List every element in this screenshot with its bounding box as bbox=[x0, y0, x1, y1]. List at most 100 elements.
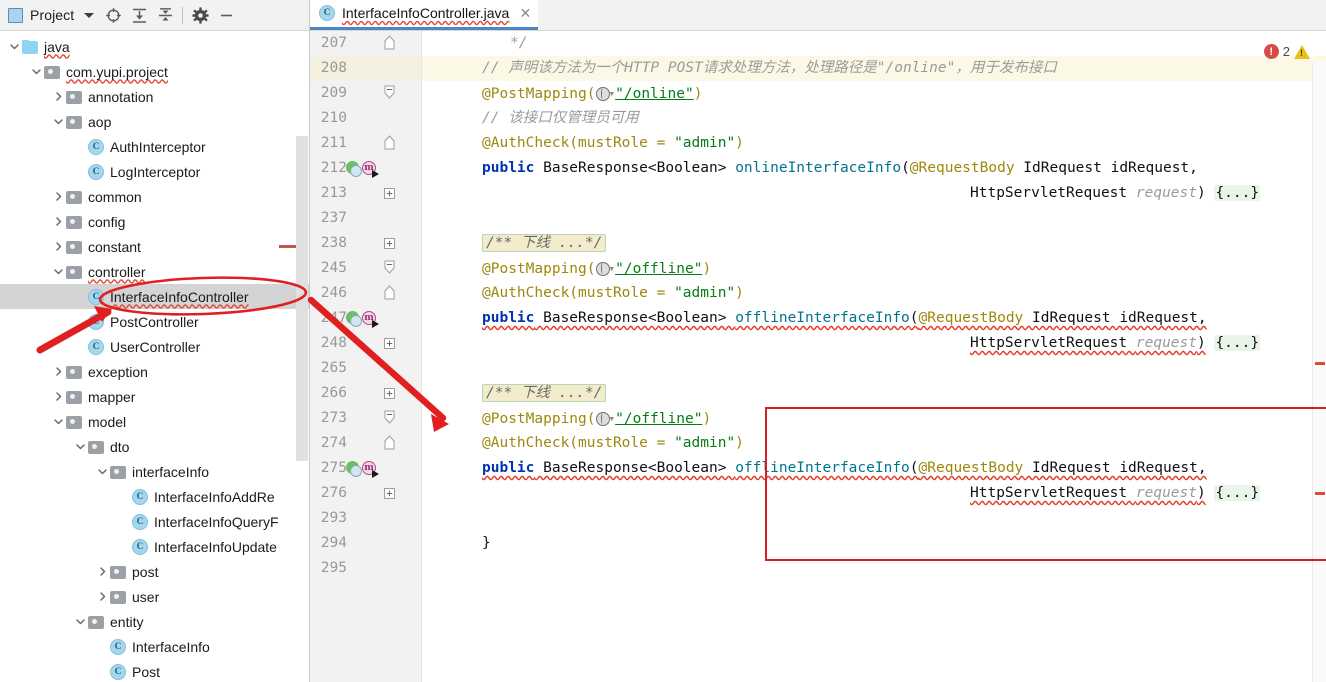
chevron-down-icon[interactable] bbox=[50, 264, 66, 280]
code-content[interactable]: */ // 声明该方法为一个HTTP POST请求处理方法，处理路径是"/onli… bbox=[422, 31, 1326, 682]
error-stripe-mark[interactable] bbox=[1315, 492, 1325, 495]
collapse-all-icon[interactable] bbox=[152, 2, 178, 28]
tree-item-loginterceptor[interactable]: C LogInterceptor bbox=[0, 159, 309, 184]
code-editor[interactable]: 207 208 209 210 211 212 m 213 237 238 245 246 247 m 24… bbox=[310, 31, 1326, 682]
chevron-right-icon[interactable] bbox=[50, 239, 66, 255]
inspection-widget[interactable]: ! 2 bbox=[1263, 44, 1310, 59]
java-class-icon: C bbox=[88, 338, 104, 355]
tree-item-exception[interactable]: exception bbox=[0, 359, 309, 384]
sidebar-scrollbar-thumb[interactable] bbox=[297, 136, 308, 461]
gutter-icons[interactable]: m bbox=[346, 156, 379, 181]
fold-toggle-icon[interactable] bbox=[382, 31, 397, 55]
web-url-icon[interactable] bbox=[595, 412, 610, 426]
tree-item-interfaceinfocontroller[interactable]: C InterfaceInfoController bbox=[0, 284, 309, 309]
chevron-down-icon[interactable] bbox=[50, 114, 66, 130]
tree-item-interfaceinfo[interactable]: C InterfaceInfo bbox=[0, 634, 309, 659]
chevron-right-icon[interactable] bbox=[50, 364, 66, 380]
code-method-signature-cont: HttpServletRequest request) {...} bbox=[970, 185, 1261, 201]
gutter-icons[interactable]: m bbox=[346, 456, 379, 481]
package-folder-icon bbox=[88, 440, 104, 454]
chevron-down-icon[interactable] bbox=[28, 64, 44, 80]
line-number: 294 bbox=[320, 535, 347, 551]
error-stripe-mark[interactable] bbox=[1315, 362, 1325, 365]
tree-item-common[interactable]: common bbox=[0, 184, 309, 209]
fold-toggle-icon[interactable] bbox=[382, 130, 397, 155]
line-number: 273 bbox=[320, 410, 347, 426]
tree-item-config[interactable]: config bbox=[0, 209, 309, 234]
gutter-icons[interactable]: m bbox=[346, 306, 379, 331]
tree-item-com-yupi-project[interactable]: com.yupi.project bbox=[0, 59, 309, 84]
tree-item-label: exception bbox=[88, 363, 148, 380]
tree-item-interfaceinfo[interactable]: interfaceInfo bbox=[0, 459, 309, 484]
line-number: 274 bbox=[320, 435, 347, 451]
fold-toggle-icon[interactable] bbox=[382, 255, 397, 280]
tree-item-user[interactable]: user bbox=[0, 584, 309, 609]
tree-item-constant[interactable]: constant bbox=[0, 234, 309, 259]
web-service-icon[interactable] bbox=[346, 461, 362, 477]
expand-all-icon[interactable] bbox=[126, 2, 152, 28]
line-number: 245 bbox=[320, 260, 347, 276]
tree-item-dto[interactable]: dto bbox=[0, 434, 309, 459]
chevron-down-icon[interactable] bbox=[94, 464, 110, 480]
minimize-icon[interactable] bbox=[213, 2, 239, 28]
tree-item-usercontroller[interactable]: C UserController bbox=[0, 334, 309, 359]
method-override-icon[interactable]: m bbox=[362, 161, 379, 178]
chevron-right-icon[interactable] bbox=[94, 564, 110, 580]
code-annotation-authcheck: @AuthCheck(mustRole = "admin") bbox=[482, 285, 744, 301]
project-tree[interactable]: java com.yupi.project annotation aop C AuthIn… bbox=[0, 31, 309, 682]
tree-item-controller[interactable]: controller bbox=[0, 259, 309, 284]
fold-toggle-icon[interactable] bbox=[382, 381, 397, 406]
tree-item-postcontroller[interactable]: C PostController bbox=[0, 309, 309, 334]
fold-toggle-icon[interactable] bbox=[382, 231, 397, 256]
chevron-down-icon[interactable] bbox=[84, 12, 95, 18]
tree-item-post[interactable]: post bbox=[0, 559, 309, 584]
editor-gutter[interactable]: 207 208 209 210 211 212 m 213 237 238 245 246 247 m 24… bbox=[310, 31, 422, 682]
code-method-signature: public BaseResponse<Boolean> offlineInte… bbox=[482, 310, 1207, 326]
chevron-down-icon[interactable] bbox=[6, 39, 22, 55]
project-panel-title: Project bbox=[30, 7, 75, 23]
chevron-down-icon[interactable] bbox=[72, 614, 88, 630]
close-icon[interactable]: ✕ bbox=[518, 6, 532, 20]
tree-item-aop[interactable]: aop bbox=[0, 109, 309, 134]
tree-item-java[interactable]: java bbox=[0, 34, 309, 59]
chevron-right-icon[interactable] bbox=[50, 214, 66, 230]
tree-item-post[interactable]: C Post bbox=[0, 659, 309, 682]
tab-interfaceinfocontroller[interactable]: C InterfaceInfoController.java ✕ bbox=[310, 0, 539, 30]
web-url-icon[interactable] bbox=[595, 87, 610, 101]
settings-gear-icon[interactable] bbox=[187, 2, 213, 28]
package-folder-icon bbox=[66, 215, 82, 229]
web-service-icon[interactable] bbox=[346, 161, 362, 177]
chevron-down-icon[interactable] bbox=[72, 439, 88, 455]
web-url-icon[interactable] bbox=[595, 262, 610, 276]
fold-toggle-icon[interactable] bbox=[382, 430, 397, 455]
tree-item-interfaceinfoqueryf[interactable]: C InterfaceInfoQueryF bbox=[0, 509, 309, 534]
method-override-icon[interactable]: m bbox=[362, 461, 379, 478]
tree-item-interfaceinfoaddre[interactable]: C InterfaceInfoAddRe bbox=[0, 484, 309, 509]
fold-toggle-icon[interactable] bbox=[382, 280, 397, 305]
tree-item-mapper[interactable]: mapper bbox=[0, 384, 309, 409]
method-override-icon[interactable]: m bbox=[362, 311, 379, 328]
web-service-icon[interactable] bbox=[346, 311, 362, 327]
chevron-right-icon[interactable] bbox=[50, 89, 66, 105]
tree-item-entity[interactable]: entity bbox=[0, 609, 309, 634]
chevron-right-icon[interactable] bbox=[94, 589, 110, 605]
fold-toggle-icon[interactable] bbox=[382, 331, 397, 356]
tree-item-annotation[interactable]: annotation bbox=[0, 84, 309, 109]
tree-item-interfaceinfoupdate[interactable]: C InterfaceInfoUpdate bbox=[0, 534, 309, 559]
tree-item-authinterceptor[interactable]: C AuthInterceptor bbox=[0, 134, 309, 159]
fold-toggle-icon[interactable] bbox=[382, 80, 397, 105]
locate-icon[interactable] bbox=[100, 2, 126, 28]
toolbar-divider bbox=[182, 6, 184, 24]
chevron-right-icon[interactable] bbox=[50, 389, 66, 405]
chevron-down-icon[interactable] bbox=[50, 414, 66, 430]
tree-item-model[interactable]: model bbox=[0, 409, 309, 434]
fold-toggle-icon[interactable] bbox=[382, 405, 397, 430]
error-stripe[interactable] bbox=[1312, 62, 1326, 682]
fold-toggle-icon[interactable] bbox=[382, 481, 397, 506]
chevron-right-icon[interactable] bbox=[50, 189, 66, 205]
code-method-signature: public BaseResponse<Boolean> offlineInte… bbox=[482, 460, 1207, 476]
tree-item-label: LogInterceptor bbox=[110, 163, 201, 180]
sidebar-scrollbar[interactable] bbox=[296, 136, 308, 461]
fold-toggle-icon[interactable] bbox=[382, 181, 397, 206]
